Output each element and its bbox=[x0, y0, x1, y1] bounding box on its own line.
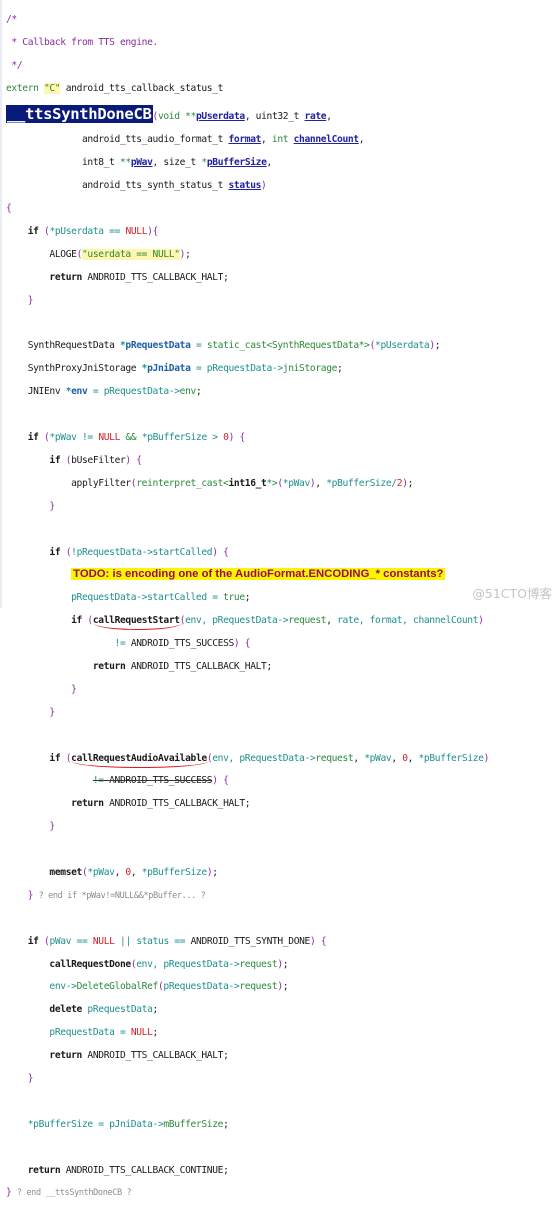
code-line: != ANDROID_TTS_SUCCESS) { bbox=[114, 638, 251, 650]
code-line: * Callback from TTS engine. bbox=[6, 37, 489, 48]
todo-annotation: TODO: is encoding one of the AudioFormat… bbox=[71, 568, 446, 581]
code-line: != ANDROID_TTS_SUCCESS) { bbox=[92, 775, 229, 787]
code-line: SynthProxyJniStorage *pJniData = pReques… bbox=[6, 363, 343, 375]
return-type: android_tts_callback_status_t bbox=[65, 83, 224, 95]
code-line: return ANDROID_TTS_CALLBACK_HALT; bbox=[92, 660, 272, 672]
param-pUserdata: pUserdata bbox=[195, 111, 245, 123]
code-line: int8_t **pWav, size_t *pBufferSize, bbox=[81, 157, 272, 169]
code-line: } bbox=[49, 500, 55, 512]
comment: * Callback from TTS engine. bbox=[6, 37, 158, 49]
watermark: @51CTO博客 bbox=[472, 586, 552, 601]
code-line: if (!pRequestData->startCalled) { bbox=[49, 546, 229, 558]
code-line: } ? end __ttsSynthDoneCB ? bbox=[6, 1187, 132, 1199]
code-line: if (*pUserdata == NULL){ bbox=[27, 226, 159, 238]
code-line: extern "C" android_tts_callback_status_t bbox=[6, 83, 489, 95]
code-line: { bbox=[6, 203, 12, 215]
source-code[interactable]: /* * Callback from TTS engine. */ extern… bbox=[6, 3, 489, 1216]
comment: /* bbox=[6, 14, 17, 26]
type: int bbox=[271, 134, 289, 146]
code-line: if (bUseFilter) { bbox=[49, 454, 142, 466]
code-line: pRequestData = NULL; bbox=[49, 1027, 158, 1039]
code-line: memset(*pWav, 0, *pBufferSize); bbox=[49, 866, 218, 878]
code-line: env->DeleteGlobalRef(pRequestData->reque… bbox=[49, 981, 289, 993]
string-literal: "C" bbox=[44, 83, 61, 95]
code-line: delete pRequestData; bbox=[49, 1004, 158, 1016]
end-block-comment: ? end if *pWav!=NULL&&*pBuffer... ? bbox=[38, 890, 206, 901]
string-literal: "userdata == NULL" bbox=[82, 248, 180, 260]
type: uint32_t bbox=[255, 111, 300, 123]
keyword: extern bbox=[6, 83, 39, 95]
call-request-start: callRequestStart bbox=[92, 615, 180, 627]
code-line: android_tts_audio_format_t format, int c… bbox=[81, 134, 365, 146]
code-line: } bbox=[49, 706, 55, 718]
code-line: /* bbox=[6, 14, 489, 25]
type: size_t bbox=[163, 157, 196, 169]
type: void bbox=[157, 111, 180, 123]
code-line: SynthRequestData *pRequestData = static_… bbox=[6, 340, 441, 352]
code-editor[interactable]: /* * Callback from TTS engine. */ extern… bbox=[0, 0, 558, 1198]
param-pWav: pWav bbox=[130, 157, 153, 169]
code-line: } bbox=[49, 821, 55, 833]
code-line: android_tts_synth_status_t status) bbox=[81, 180, 267, 192]
function-name-selected[interactable]: __ttsSynthDoneCB bbox=[6, 105, 153, 124]
end-block-comment: ? end __ttsSynthDoneCB ? bbox=[16, 1188, 132, 1199]
code-line: } bbox=[71, 683, 77, 695]
param-rate: rate bbox=[304, 111, 327, 123]
call-request-audio-available: callRequestAudioAvailable bbox=[71, 752, 207, 764]
type: android_tts_audio_format_t bbox=[81, 134, 224, 146]
code-line: return ANDROID_TTS_CALLBACK_HALT; bbox=[49, 1050, 229, 1062]
code-line: pRequestData->startCalled = true; bbox=[71, 592, 251, 604]
code-line: JNIEnv *env = pRequestData->env; bbox=[6, 386, 202, 398]
code-line: return ANDROID_TTS_CALLBACK_CONTINUE; bbox=[27, 1164, 229, 1176]
code-line: } ? end if *pWav!=NULL&&*pBuffer... ? bbox=[27, 889, 206, 901]
code-line: TODO: is encoding one of the AudioFormat… bbox=[6, 568, 489, 581]
code-line: */ bbox=[6, 60, 489, 71]
code-line: ALOGE("userdata == NULL"); bbox=[49, 248, 191, 260]
param-format: format bbox=[228, 134, 262, 146]
code-line: if (callRequestStart(env, pRequestData->… bbox=[71, 615, 484, 627]
code-line: return ANDROID_TTS_CALLBACK_HALT; bbox=[71, 798, 251, 810]
param-status: status bbox=[228, 180, 262, 192]
code-line: } bbox=[27, 1072, 34, 1084]
type: android_tts_synth_status_t bbox=[81, 180, 224, 192]
code-line: callRequestDone(env, pRequestData->reque… bbox=[49, 958, 289, 970]
code-line: if (callRequestAudioAvailable(env, pRequ… bbox=[49, 752, 490, 764]
code-line: *pBufferSize = pJniData->mBufferSize; bbox=[27, 1118, 229, 1130]
code-line: applyFilter(reinterpret_cast<int16_t*>(*… bbox=[6, 477, 414, 489]
param-pBufferSize: pBufferSize bbox=[206, 157, 267, 169]
code-line: if (pWav == NULL || status == ANDROID_TT… bbox=[27, 935, 327, 947]
type: int8_t bbox=[81, 157, 115, 169]
code-line: __ttsSynthDoneCB(void **pUserdata, uint3… bbox=[6, 105, 332, 124]
param-channelCount: channelCount bbox=[293, 134, 359, 146]
comment: */ bbox=[6, 60, 23, 72]
code-line: return ANDROID_TTS_CALLBACK_HALT; bbox=[49, 271, 229, 283]
code-line: if (*pWav != NULL && *pBufferSize > 0) { bbox=[27, 432, 246, 444]
code-line: } bbox=[27, 294, 34, 306]
